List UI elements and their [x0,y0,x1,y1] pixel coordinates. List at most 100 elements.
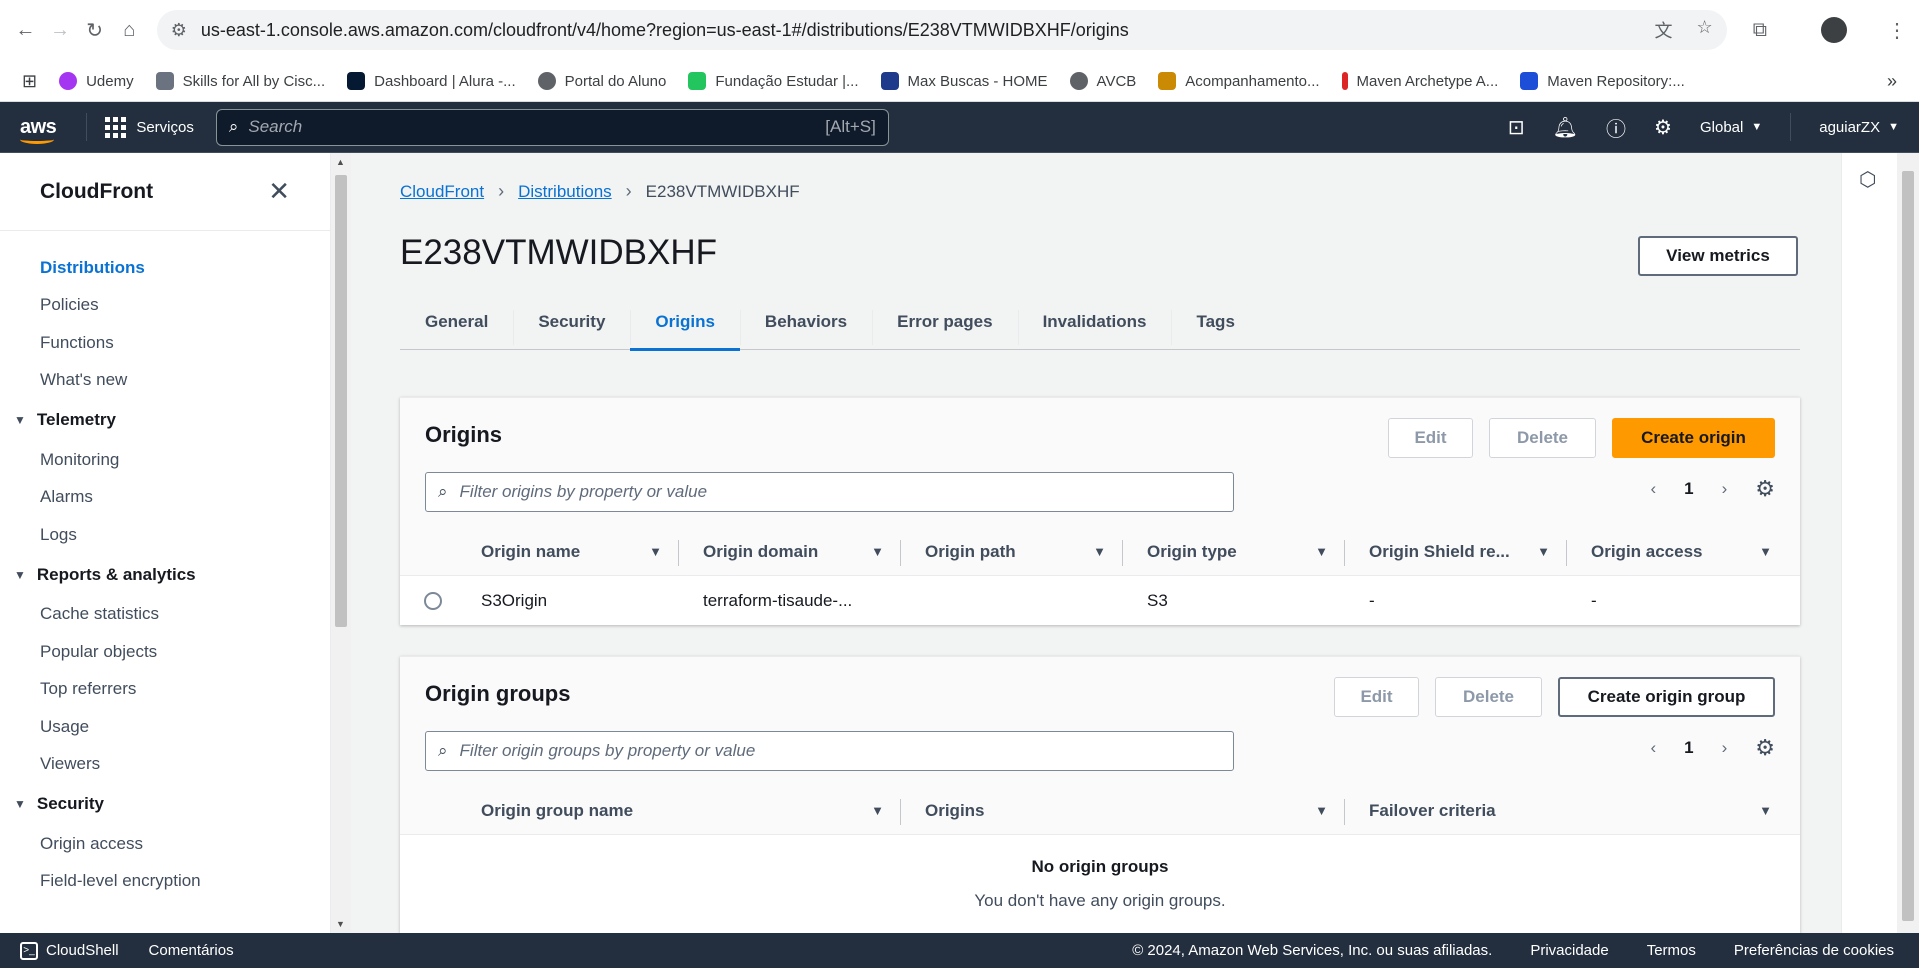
notifications-icon[interactable]: 🔔︎ [1553,115,1578,140]
tab-general[interactable]: General [400,295,513,350]
scroll-up-icon[interactable]: ▲ [336,157,345,167]
sort-icon[interactable]: ▼ [1759,544,1772,559]
column-origins[interactable]: Origins ▼ [900,787,1344,835]
tab-security[interactable]: Security [513,295,630,350]
sidebar-item-alarms[interactable]: Alarms [0,479,330,517]
extensions-icon[interactable]: ⧉ [1753,19,1767,42]
gear-icon[interactable]: ⚙ [1755,476,1775,502]
close-icon[interactable]: ✕ [268,176,290,207]
bookmark-0[interactable]: Udemy [59,72,134,90]
sort-icon[interactable]: ▼ [1759,803,1772,818]
sort-icon[interactable]: ▼ [1537,544,1550,559]
apps-icon[interactable]: ⊞ [22,71,37,92]
forward-icon[interactable]: → [47,13,74,47]
account-menu[interactable]: aguiarZX ▼ [1819,119,1899,136]
bookmark-8[interactable]: Maven Archetype A... [1341,72,1498,90]
sort-icon[interactable]: ▼ [649,544,662,559]
delete-origin-button[interactable]: Delete [1489,418,1596,458]
services-menu[interactable]: Serviços [105,116,194,138]
bookmark-2[interactable]: Dashboard | Alura -... [347,72,516,90]
privacy-link[interactable]: Privacidade [1530,942,1608,959]
translate-icon[interactable]: 文 [1655,17,1673,43]
tab-invalidations[interactable]: Invalidations [1017,295,1172,350]
sidebar-item-popular-objects[interactable]: Popular objects [0,633,330,671]
sidebar-item-top-referrers[interactable]: Top referrers [0,671,330,709]
view-metrics-button[interactable]: View metrics [1638,236,1798,276]
terms-link[interactable]: Termos [1647,942,1696,959]
sidebar-item-functions[interactable]: Functions [0,324,330,362]
delete-origin-group-button[interactable]: Delete [1435,677,1542,717]
create-origin-group-button[interactable]: Create origin group [1558,677,1775,717]
page-number[interactable]: 1 [1684,738,1693,758]
side-nav-title[interactable]: CloudFront [40,180,153,204]
sidebar-section-telemetry[interactable]: ▼ Telemetry [0,399,330,441]
sidebar-item-field-level-encryption[interactable]: Field-level encryption [0,863,330,901]
sort-icon[interactable]: ▼ [1315,803,1328,818]
chevron-right-icon[interactable]: › [1722,738,1728,758]
page-number[interactable]: 1 [1684,479,1693,499]
sidebar-item-viewers[interactable]: Viewers [0,746,330,784]
bookmark-9[interactable]: Maven Repository:... [1520,72,1685,90]
row-radio[interactable] [424,592,442,610]
search-input[interactable]: ⌕ Search [Alt+S] [215,108,889,146]
column-origin-group-name[interactable]: Origin group name ▼ [456,787,900,835]
sidebar-item-distributions[interactable]: Distributions [0,249,330,287]
sidebar-item-policies[interactable]: Policies [0,287,330,325]
sort-icon[interactable]: ▼ [871,544,884,559]
aws-logo[interactable]: aws [20,117,57,144]
scrollbar-thumb[interactable] [1902,171,1914,921]
help-icon[interactable]: ⓘ [1606,113,1626,142]
sidebar-item-cache-statistics[interactable]: Cache statistics [0,596,330,634]
back-icon[interactable]: ← [12,13,39,47]
profile-avatar[interactable] [1820,17,1847,43]
edit-origin-button[interactable]: Edit [1388,418,1473,458]
site-info-icon[interactable]: ⚙ [171,20,187,41]
column-origin-shield[interactable]: Origin Shield re... ▼ [1344,528,1566,576]
bookmark-4[interactable]: Fundação Estudar |... [688,72,859,90]
column-origin-path[interactable]: Origin path ▼ [900,528,1122,576]
chevron-left-icon[interactable]: ‹ [1650,738,1656,758]
tab-tags[interactable]: Tags [1171,295,1259,350]
info-panel-icon[interactable]: ⬡ [1859,167,1876,192]
tab-origins[interactable]: Origins [630,295,740,351]
settings-icon[interactable]: ⚙ [1654,115,1672,140]
column-origin-access[interactable]: Origin access ▼ [1566,528,1788,576]
bookmark-1[interactable]: Skills for All by Cisc... [155,72,325,90]
bookmark-5[interactable]: Max Buscas - HOME [880,72,1048,90]
create-origin-button[interactable]: Create origin [1612,418,1775,458]
cookie-preferences-link[interactable]: Preferências de cookies [1734,942,1894,959]
scrollbar-thumb[interactable] [335,175,347,627]
column-origin-name[interactable]: Origin name ▼ [456,528,678,576]
address-bar[interactable]: ⚙ us-east-1.console.aws.amazon.com/cloud… [156,10,1727,50]
tab-error-pages[interactable]: Error pages [872,295,1017,350]
column-failover-criteria[interactable]: Failover criteria ▼ [1344,787,1788,835]
cloudshell-button[interactable]: >_ CloudShell [20,941,119,960]
origin-groups-filter-input[interactable]: ⌕ Filter origin groups by property or va… [425,731,1234,771]
region-selector[interactable]: Global ▼ [1700,119,1762,136]
feedback-link[interactable]: Comentários [149,942,234,959]
reload-icon[interactable]: ↻ [81,13,108,47]
chevron-right-icon[interactable]: › [1722,479,1728,499]
breadcrumb-distributions[interactable]: Distributions [518,182,612,202]
tab-behaviors[interactable]: Behaviors [739,295,872,350]
sidebar-scrollbar[interactable]: ▲ ▼ [331,153,351,933]
url-text[interactable]: us-east-1.console.aws.amazon.com/cloudfr… [201,20,1655,41]
sidebar-item-monitoring[interactable]: Monitoring [0,441,330,479]
bookmark-3[interactable]: Portal do Aluno [537,72,666,90]
bookmarks-overflow-icon[interactable]: » [1887,71,1897,92]
breadcrumb-cloudfront[interactable]: CloudFront [400,182,484,202]
sort-icon[interactable]: ▼ [1093,544,1106,559]
menu-icon[interactable]: ⋮ [1887,18,1907,43]
sort-icon[interactable]: ▼ [871,803,884,818]
page-scrollbar[interactable] [1897,153,1919,933]
table-row[interactable]: S3Origin terraform-tisaude-... S3 - - [400,576,1800,626]
sort-icon[interactable]: ▼ [1315,544,1328,559]
column-origin-type[interactable]: Origin type ▼ [1122,528,1344,576]
home-icon[interactable]: ⌂ [116,13,143,47]
edit-origin-group-button[interactable]: Edit [1334,677,1419,717]
bookmark-star-icon[interactable]: ☆ [1697,17,1713,43]
sidebar-section-reports[interactable]: ▼ Reports & analytics [0,554,330,596]
sidebar-section-security[interactable]: ▼ Security [0,783,330,825]
scroll-down-icon[interactable]: ▼ [336,919,345,929]
sidebar-item-whats-new[interactable]: What's new [0,362,330,400]
